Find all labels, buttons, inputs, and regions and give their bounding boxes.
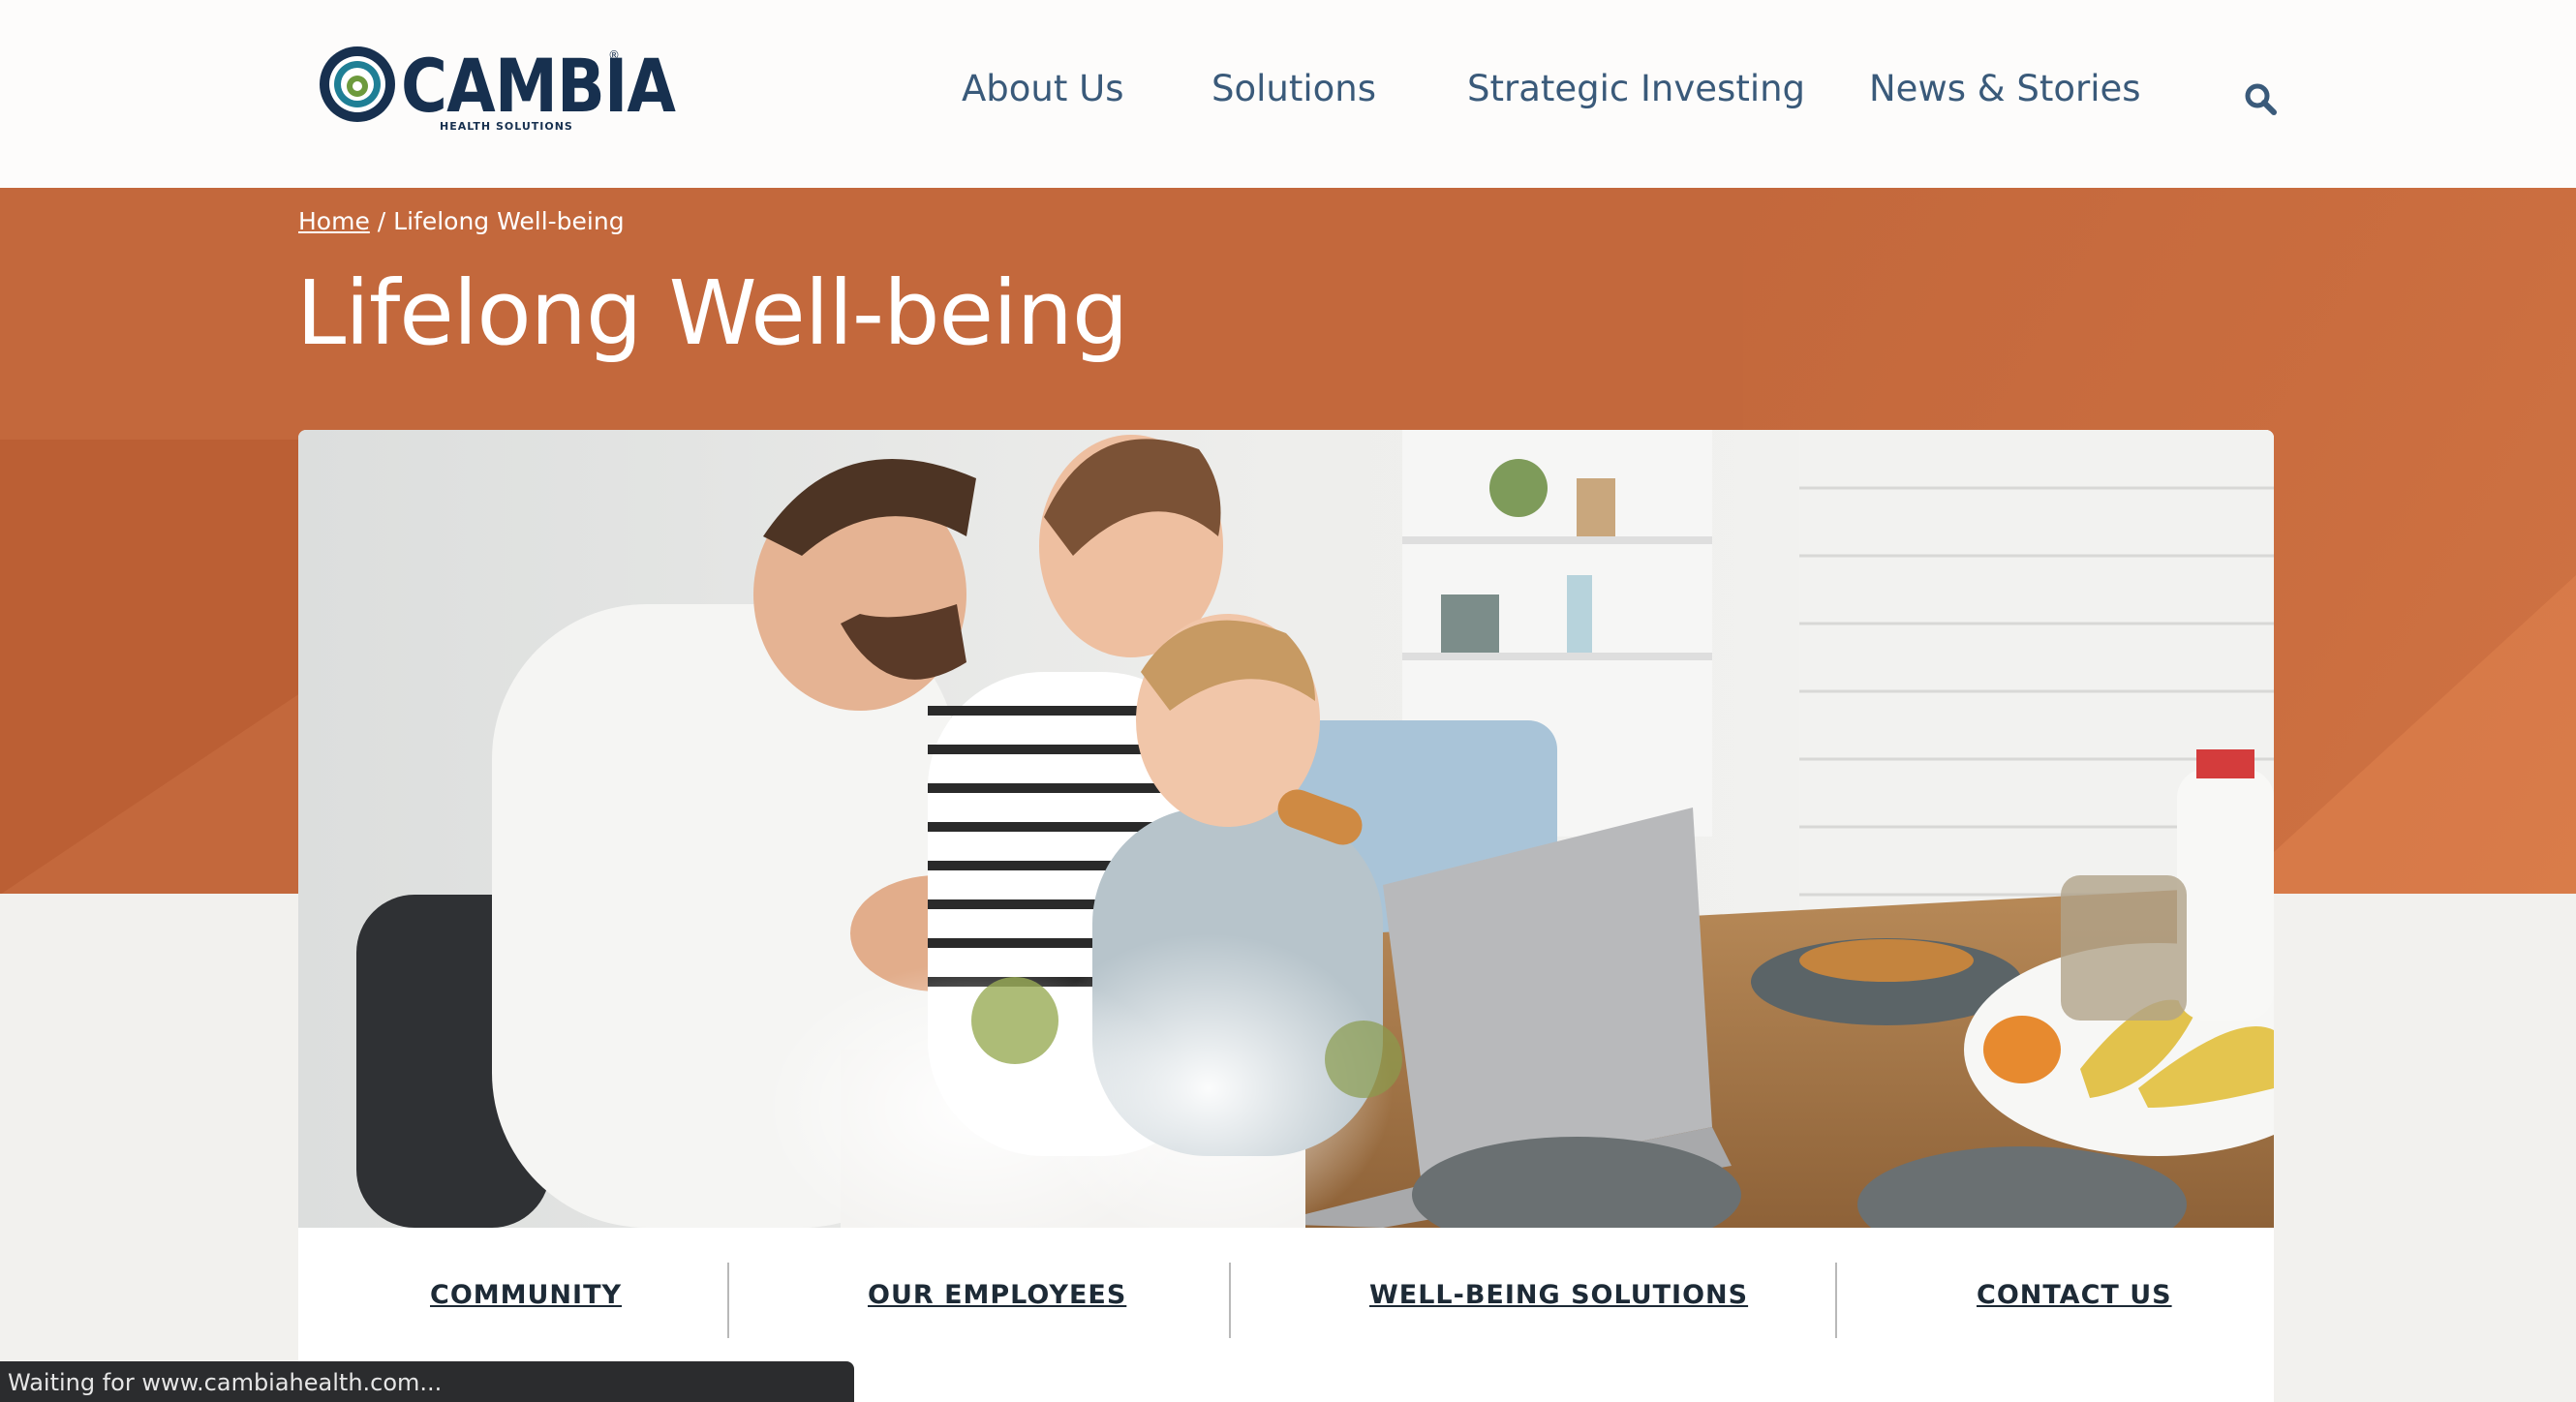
breadcrumb-separator: / <box>369 207 394 235</box>
nav-solutions[interactable]: Solutions <box>1211 68 1376 109</box>
nav-strategic-investing[interactable]: Strategic Investing <box>1467 68 1805 109</box>
breadcrumb: Home / Lifelong Well-being <box>298 207 625 235</box>
nav-about-us[interactable]: About Us <box>962 68 1124 109</box>
breadcrumb-current: Lifelong Well-being <box>393 207 625 235</box>
cambia-logo-mark-icon <box>320 46 395 122</box>
subnav-community-link[interactable]: COMMUNITY <box>430 1280 622 1310</box>
hero-photo <box>298 430 2274 1228</box>
subnav-our-employees-link[interactable]: OUR EMPLOYEES <box>868 1280 1126 1310</box>
site-header: CAMBIA ® HEALTH SOLUTIONS About Us Solut… <box>0 0 2576 188</box>
subnav-divider <box>727 1263 729 1338</box>
browser-status-bar: Waiting for www.cambiahealth.com... <box>0 1361 854 1402</box>
subnav-divider <box>1229 1263 1231 1338</box>
page-title: Lifelong Well-being <box>296 261 1128 365</box>
logo-registered-mark: ® <box>608 48 620 62</box>
subnav-divider <box>1835 1263 1837 1338</box>
logo-wordmark: CAMBIA <box>401 43 676 129</box>
nav-news-stories[interactable]: News & Stories <box>1869 68 2141 109</box>
breadcrumb-home-link[interactable]: Home <box>298 207 370 235</box>
cambia-logo[interactable]: CAMBIA ® HEALTH SOLUTIONS <box>318 45 676 137</box>
subnav-well-being-solutions-link[interactable]: WELL-BEING SOLUTIONS <box>1369 1280 1748 1310</box>
family-photo-image <box>298 430 2274 1228</box>
hero-facet <box>2227 575 2576 894</box>
subnav-contact-us-link[interactable]: CONTACT US <box>1977 1280 2172 1310</box>
search-icon[interactable] <box>2243 81 2278 116</box>
logo-tagline: HEALTH SOLUTIONS <box>440 120 573 133</box>
